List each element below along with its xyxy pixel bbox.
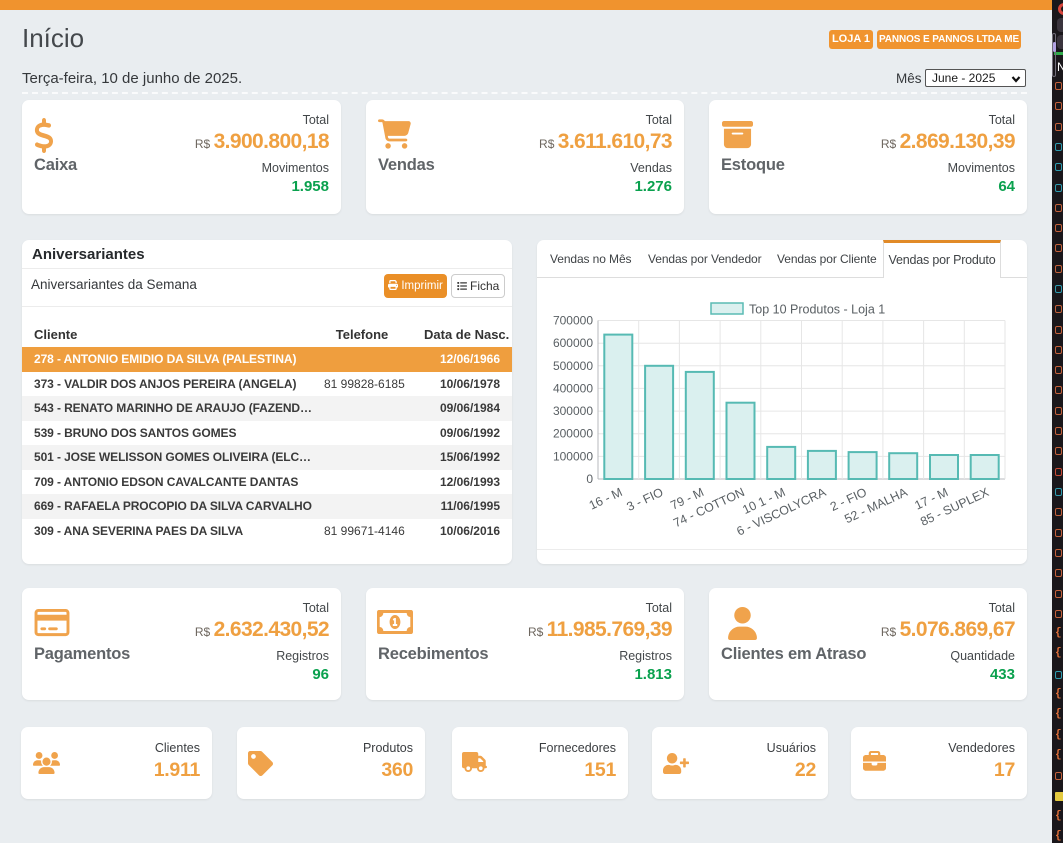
svg-text:400000: 400000 (553, 381, 593, 395)
svg-text:16 - M: 16 - M (587, 485, 625, 513)
svg-text:300000: 300000 (553, 404, 593, 418)
svg-text:Top 10 Produtos - Loja 1: Top 10 Produtos - Loja 1 (749, 303, 885, 317)
svg-text:700000: 700000 (553, 314, 593, 328)
svg-text:600000: 600000 (553, 336, 593, 350)
svg-text:3 - FIO: 3 - FIO (625, 485, 666, 514)
svg-text:200000: 200000 (553, 427, 593, 441)
svg-text:500000: 500000 (553, 359, 593, 373)
svg-text:100000: 100000 (553, 449, 593, 463)
svg-text:0: 0 (586, 472, 593, 486)
